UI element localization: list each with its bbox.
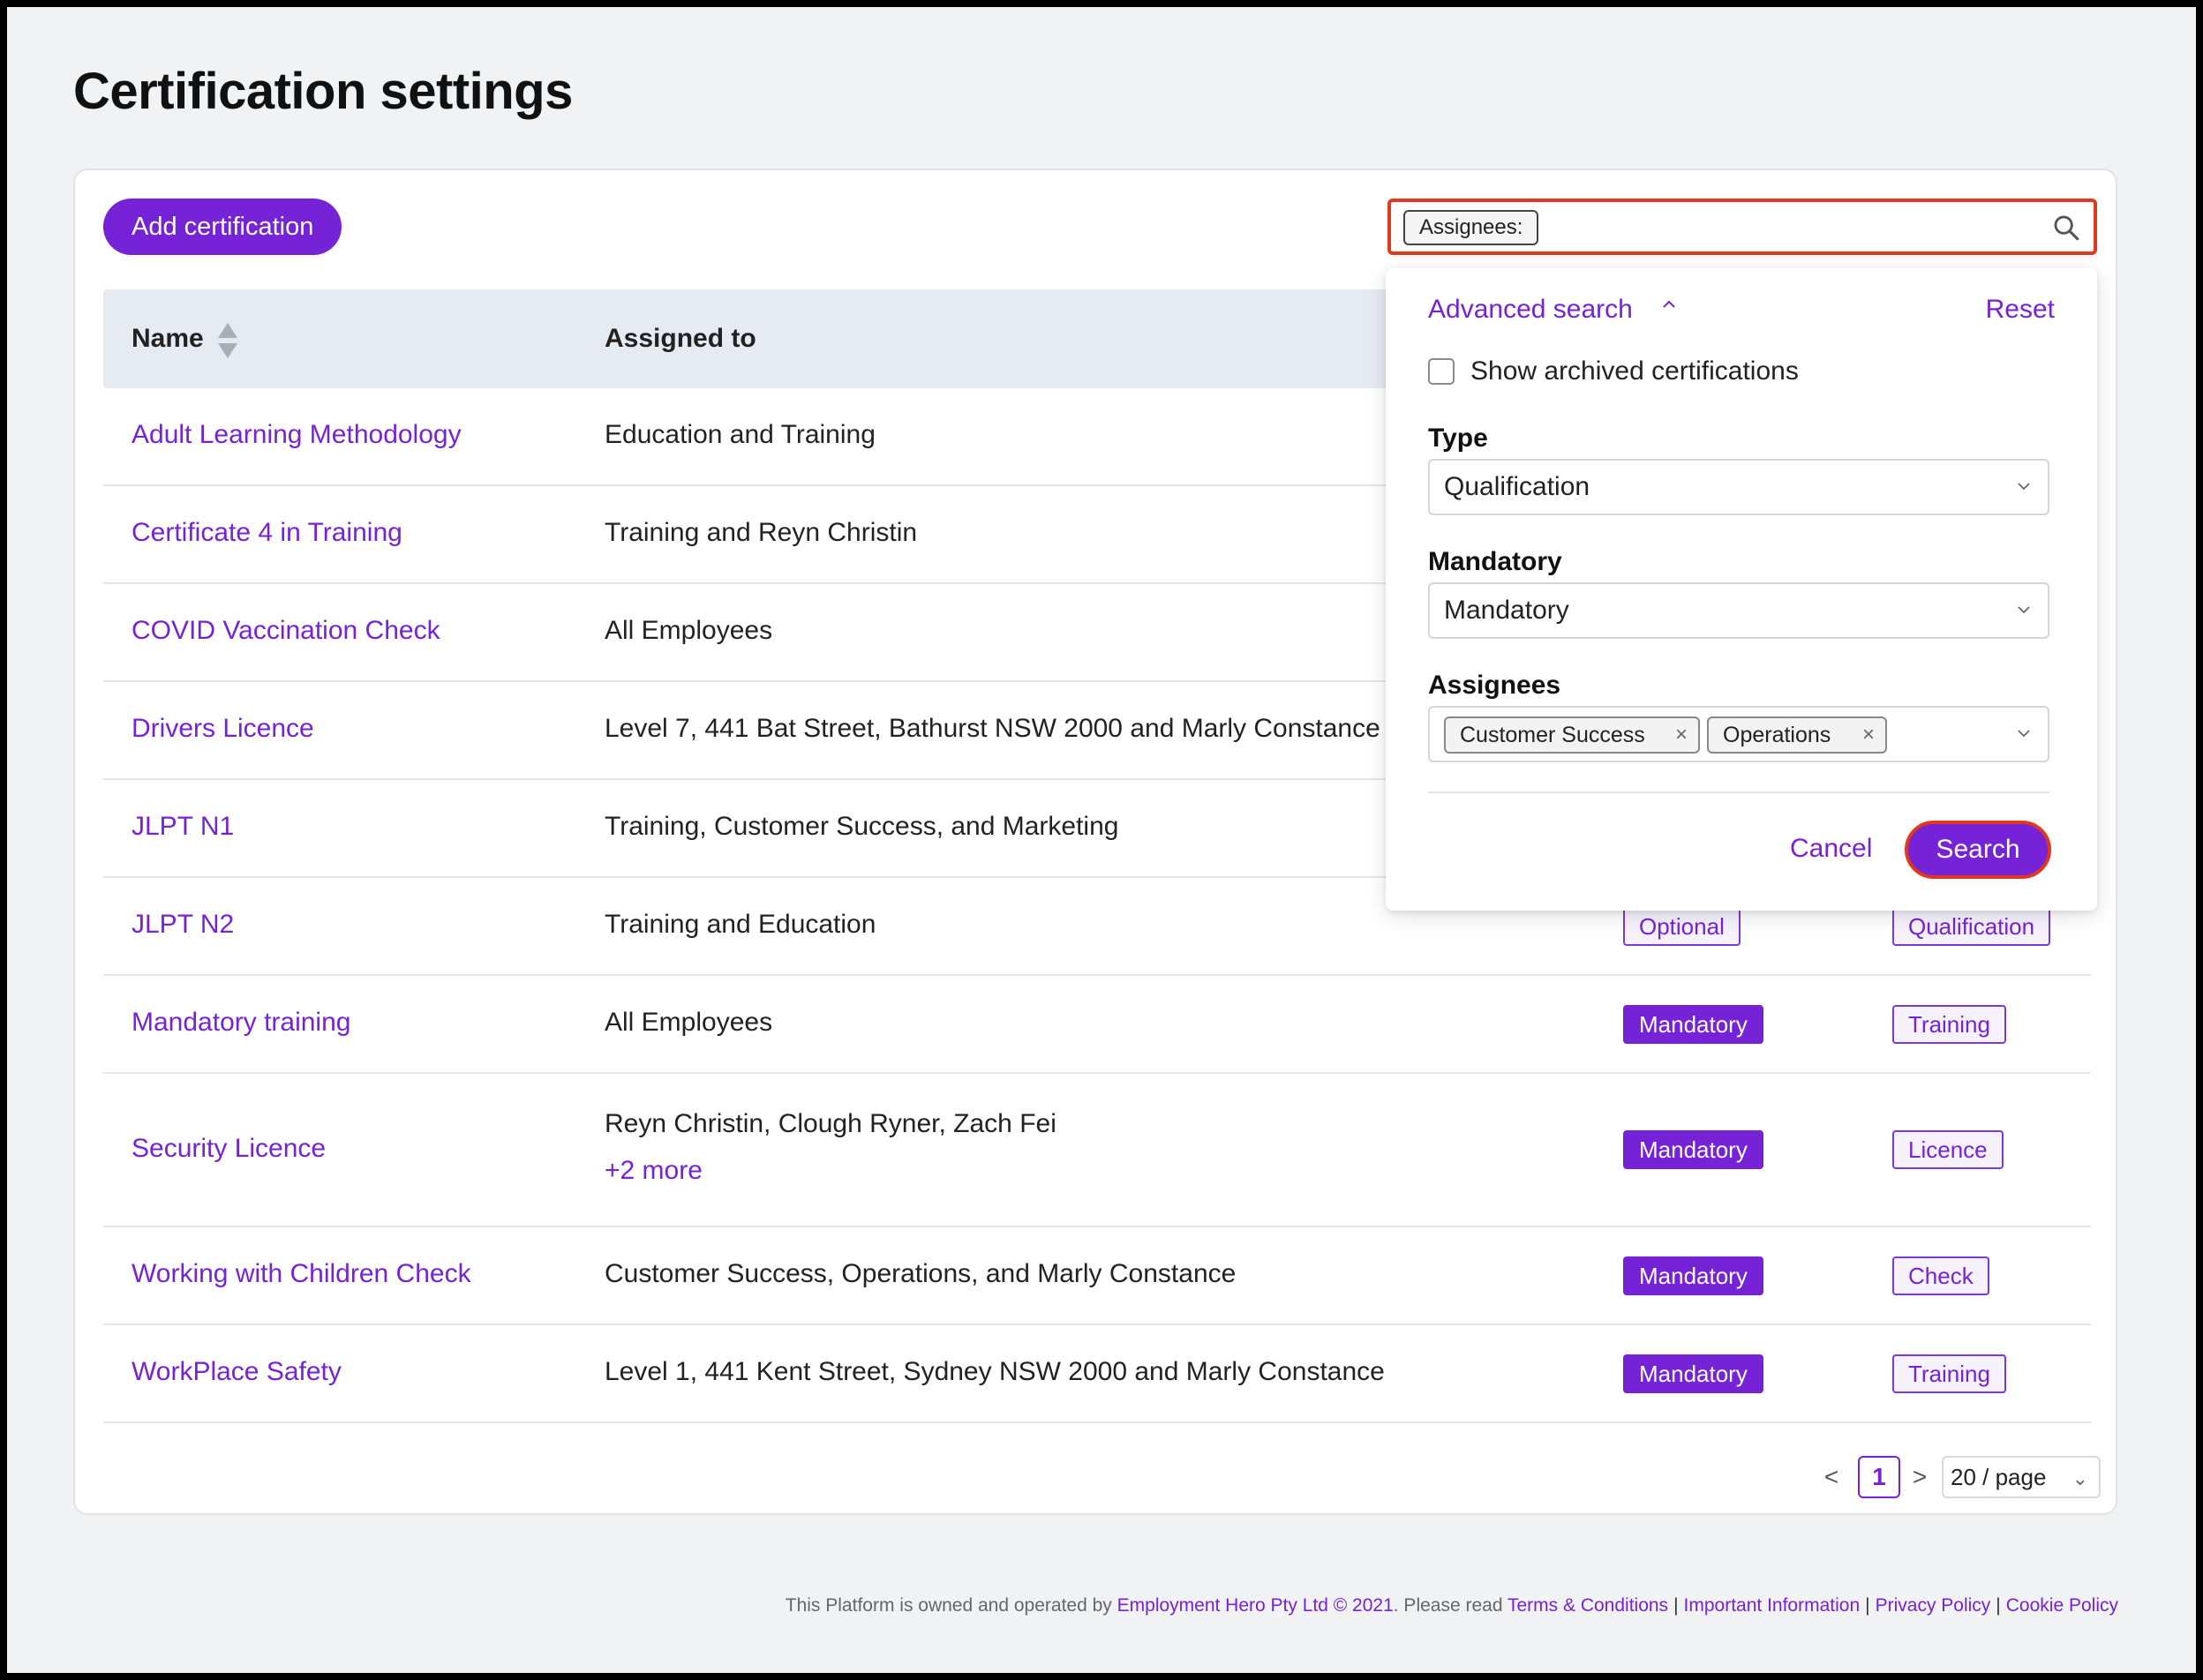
page-1-button[interactable]: 1 xyxy=(1858,1456,1900,1498)
search-input[interactable]: Assignees: xyxy=(1387,199,2097,255)
type-badge: Training xyxy=(1892,1005,2006,1044)
show-archived-label: Show archived certifications xyxy=(1470,356,1799,386)
search-filter-tag[interactable]: Assignees: xyxy=(1403,210,1539,245)
chevron-down-icon xyxy=(2018,483,2030,491)
assigned-to-text: Reyn Christin, Clough Ryner, Zach Fei xyxy=(605,1109,1056,1138)
advanced-search-toggle[interactable]: Advanced search xyxy=(1428,295,1633,325)
show-archived-checkbox[interactable] xyxy=(1428,358,1455,385)
advanced-search-panel: Advanced search Reset Show archived cert… xyxy=(1386,268,2097,911)
search-icon[interactable] xyxy=(2051,213,2081,243)
page: Certification settings Add certification… xyxy=(7,7,2196,1673)
prev-page-button[interactable]: < xyxy=(1818,1456,1845,1498)
assigned-to-text: Training, Customer Success, and Marketin… xyxy=(605,812,1119,841)
certification-link[interactable]: Adult Learning Methodology xyxy=(132,420,462,450)
assigned-to-text: Level 7, 441 Bat Street, Bathurst NSW 20… xyxy=(605,714,1380,743)
assignee-chip[interactable]: Operations × xyxy=(1707,716,1887,754)
assignees-label: Assignees xyxy=(1428,671,1561,700)
type-select[interactable]: Qualification xyxy=(1428,459,2049,515)
search-button[interactable]: Search xyxy=(1905,821,2051,879)
chevron-down-icon: ⌄ xyxy=(2071,1467,2088,1489)
table-row: WorkPlace Safety Level 1, 441 Kent Stree… xyxy=(103,1325,2091,1423)
assigned-to-text: Customer Success, Operations, and Marly … xyxy=(605,1259,1237,1288)
mandatory-badge: Mandatory xyxy=(1623,1130,1763,1169)
sort-icon[interactable] xyxy=(216,321,239,360)
mandatory-label: Mandatory xyxy=(1428,547,1562,576)
close-icon[interactable]: × xyxy=(1675,718,1688,752)
mandatory-badge: Mandatory xyxy=(1623,1354,1763,1393)
type-badge: Check xyxy=(1892,1256,1989,1295)
certification-link[interactable]: Mandatory training xyxy=(132,1008,350,1038)
assigned-to-text: Level 1, 441 Kent Street, Sydney NSW 200… xyxy=(605,1357,1385,1386)
certification-link[interactable]: JLPT N2 xyxy=(132,910,234,940)
reset-link[interactable]: Reset xyxy=(1986,295,2055,325)
certification-link[interactable]: Working with Children Check xyxy=(132,1259,471,1289)
column-header-assigned: Assigned to xyxy=(605,324,756,353)
page-title: Certification settings xyxy=(73,63,573,120)
table-row: Working with Children Check Customer Suc… xyxy=(103,1227,2091,1325)
page-size-select[interactable]: 20 / page ⌄ xyxy=(1942,1456,2101,1498)
terms-link[interactable]: Terms & Conditions xyxy=(1508,1595,1668,1616)
assignee-chip[interactable]: Customer Success × xyxy=(1444,716,1700,754)
assigned-to-text: Education and Training xyxy=(605,420,876,449)
mandatory-select[interactable]: Mandatory xyxy=(1428,582,2049,639)
mandatory-badge: Optional xyxy=(1623,907,1741,946)
more-assignees-link[interactable]: +2 more xyxy=(605,1156,703,1186)
cancel-button[interactable]: Cancel xyxy=(1781,821,1881,877)
type-badge: Training xyxy=(1892,1354,2006,1393)
type-badge: Licence xyxy=(1892,1130,2004,1169)
mandatory-badge: Mandatory xyxy=(1623,1005,1763,1044)
assigned-to-text: Training and Reyn Christin xyxy=(605,518,918,547)
column-header-name[interactable]: Name xyxy=(132,289,204,388)
chevron-down-icon xyxy=(2018,606,2030,614)
assigned-to-text: All Employees xyxy=(605,1008,773,1037)
privacy-policy-link[interactable]: Privacy Policy xyxy=(1876,1595,1991,1616)
add-certification-button[interactable]: Add certification xyxy=(103,199,342,255)
next-page-button[interactable]: > xyxy=(1906,1456,1933,1498)
footer: This Platform is owned and operated by E… xyxy=(785,1595,2118,1616)
certification-link[interactable]: WorkPlace Safety xyxy=(132,1357,342,1387)
table-row: Mandatory training All Employees Mandato… xyxy=(103,976,2091,1074)
type-badge: Qualification xyxy=(1892,907,2051,946)
assigned-to-text: All Employees xyxy=(605,616,773,645)
cookie-policy-link[interactable]: Cookie Policy xyxy=(2006,1595,2118,1616)
type-label: Type xyxy=(1428,424,1488,453)
table-row: Security Licence Reyn Christin, Clough R… xyxy=(103,1074,2091,1227)
important-info-link[interactable]: Important Information xyxy=(1684,1595,1861,1616)
close-icon[interactable]: × xyxy=(1862,718,1875,752)
certification-link[interactable]: COVID Vaccination Check xyxy=(132,616,440,646)
chevron-up-icon[interactable] xyxy=(1661,296,1677,312)
pagination: < 1 > 20 / page ⌄ xyxy=(1818,1456,2101,1498)
company-link[interactable]: Employment Hero Pty Ltd © 2021 xyxy=(1117,1595,1394,1616)
assignees-select[interactable]: Customer Success × Operations × xyxy=(1428,706,2049,762)
chevron-down-icon xyxy=(2018,730,2030,738)
mandatory-badge: Mandatory xyxy=(1623,1256,1763,1295)
certification-link[interactable]: JLPT N1 xyxy=(132,812,234,842)
certification-link[interactable]: Certificate 4 in Training xyxy=(132,518,402,548)
certification-link[interactable]: Security Licence xyxy=(132,1134,326,1164)
divider xyxy=(1428,791,2049,793)
assigned-to-text: Training and Education xyxy=(605,910,876,939)
certification-link[interactable]: Drivers Licence xyxy=(132,714,314,744)
